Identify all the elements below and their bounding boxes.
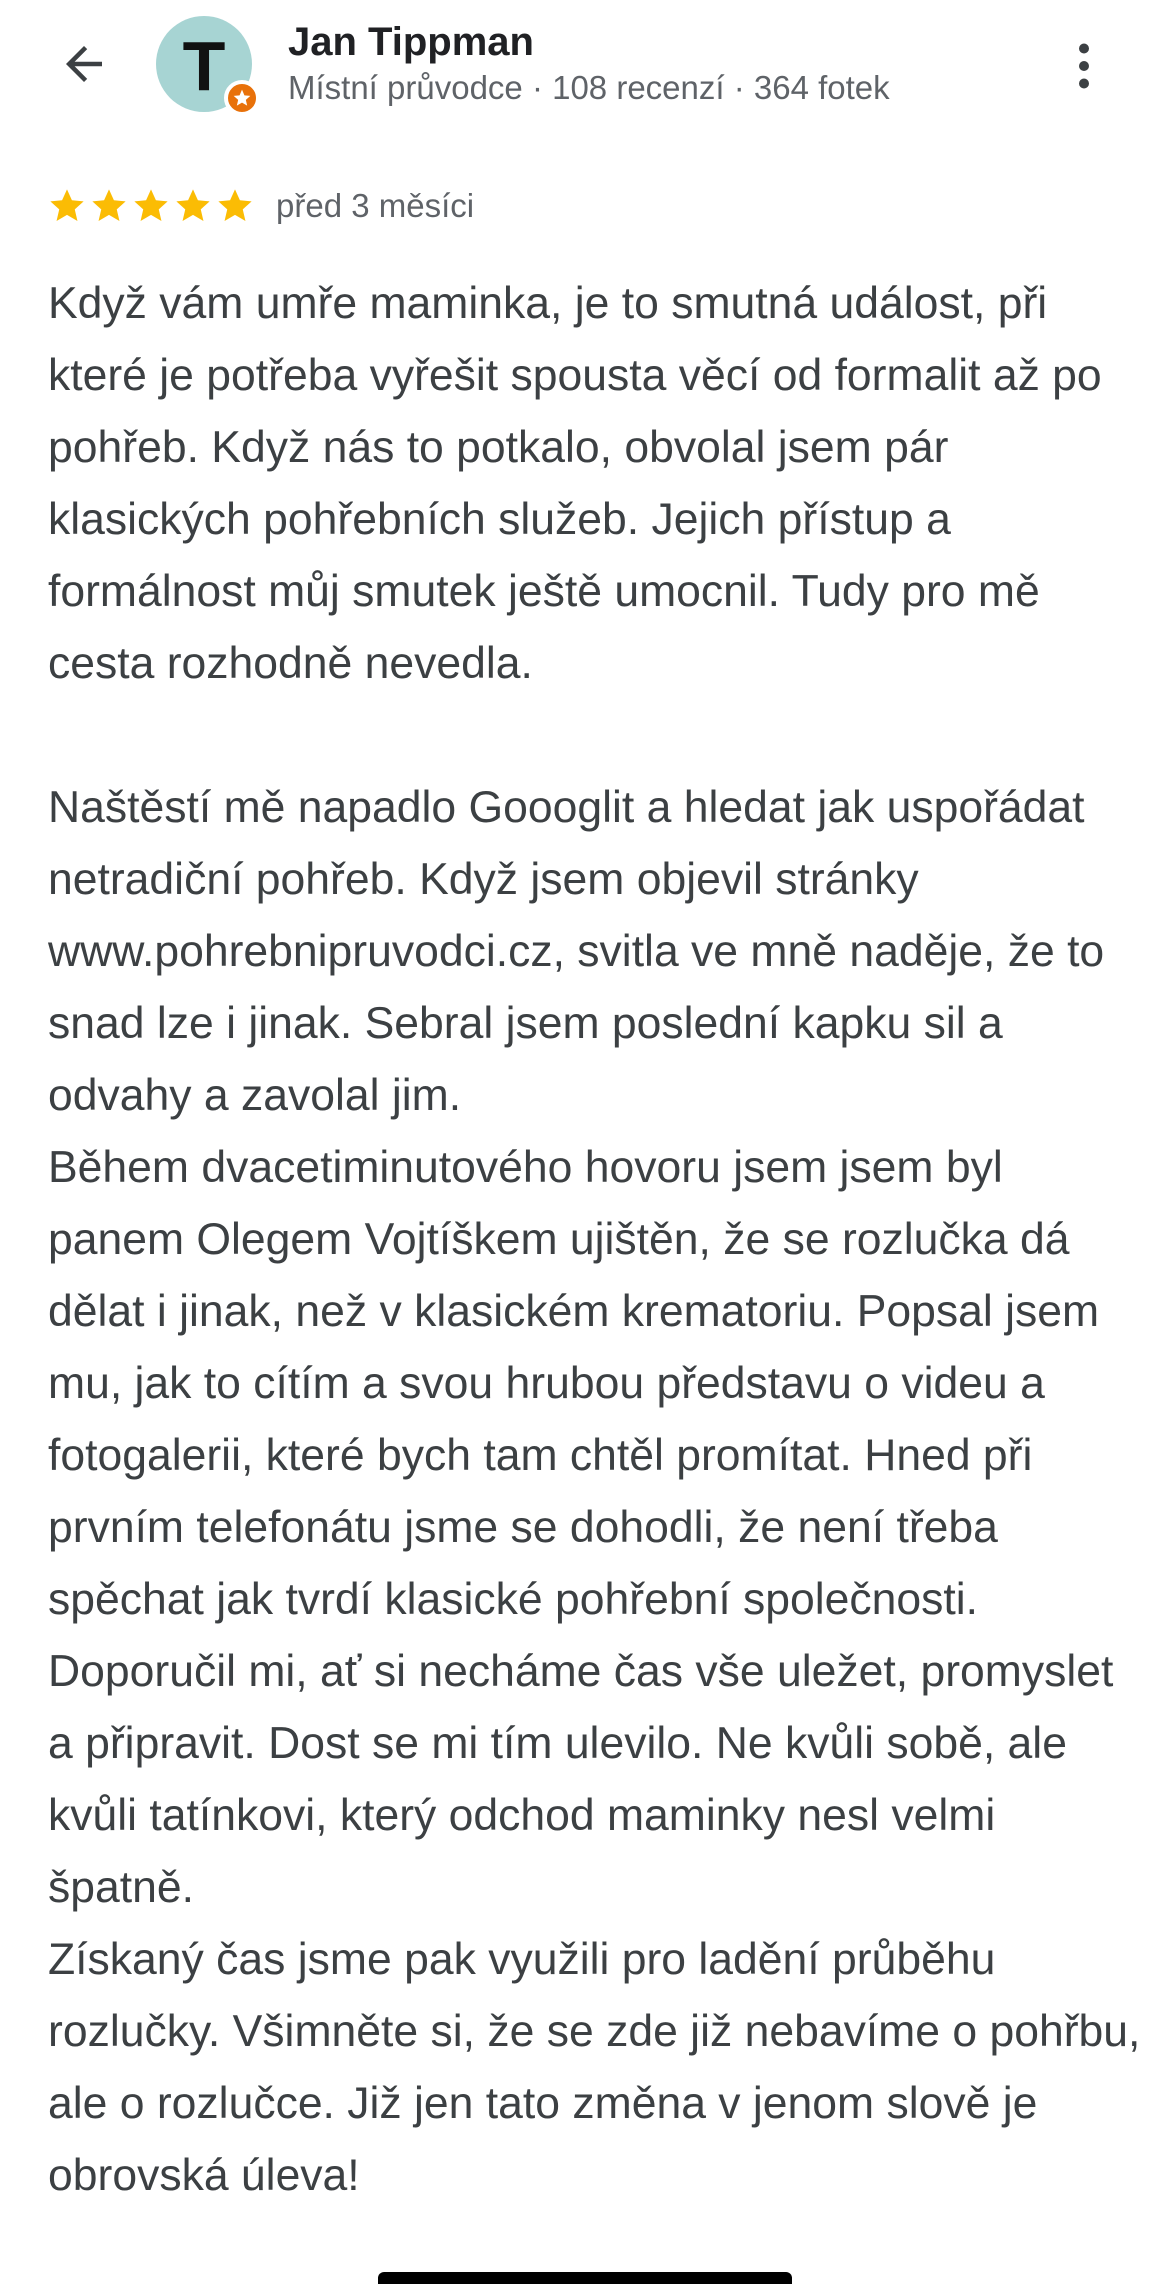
review-text: Když vám umře maminka, je to smutná udál… (48, 268, 1148, 2212)
star-icon (50, 189, 84, 222)
home-indicator (378, 2272, 792, 2284)
back-button[interactable] (48, 26, 120, 102)
user-meta: Místní průvodce · 108 recenzí · 364 fote… (288, 69, 890, 106)
avatar-letter: T (182, 27, 226, 105)
arrow-left-icon (66, 46, 102, 82)
star-icon (176, 189, 210, 222)
star-icon (134, 189, 168, 222)
review-paragraph: Když vám umře maminka, je to smutná udál… (48, 279, 1102, 688)
review-date: před 3 měsíci (276, 187, 475, 224)
rating-row: před 3 měsíci (48, 178, 474, 234)
star-icon (92, 189, 126, 222)
local-guide-star-icon (224, 80, 260, 116)
more-options-button[interactable] (1048, 30, 1120, 102)
review-header: T Jan Tippman Místní průvodce · 108 rece… (0, 0, 1170, 140)
user-name[interactable]: Jan Tippman (288, 14, 534, 70)
star-rating (48, 187, 254, 225)
more-vertical-icon (1079, 43, 1089, 89)
star-icon (218, 189, 252, 222)
review-paragraph: Naštěstí mě napadlo Goooglit a hledat ja… (48, 783, 1141, 2200)
avatar[interactable]: T (156, 16, 260, 116)
